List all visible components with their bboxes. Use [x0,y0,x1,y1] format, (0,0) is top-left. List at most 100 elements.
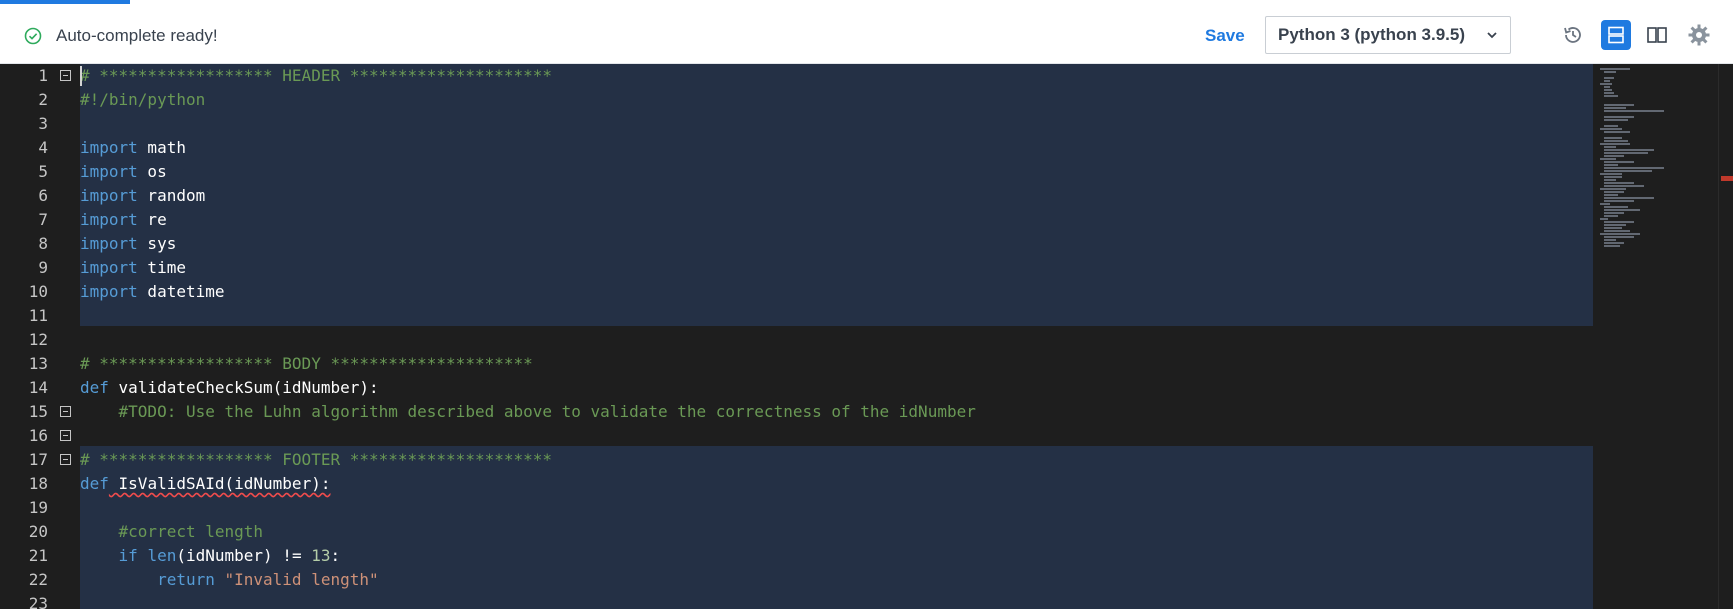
code-token: # ****************** HEADER ************… [80,66,553,85]
code-token: "Invalid length" [224,570,379,589]
code-token: (idNumber) != [176,546,312,565]
settings-button[interactable] [1684,20,1714,50]
save-button[interactable]: Save [1205,26,1245,46]
code-editor[interactable]: 1 2 3 4 5 6 7 8 9 10 11 12 13 14 15 16 17 18 19 20 21 22 23 # … [0,64,1733,609]
minimap-line [1604,152,1648,154]
vertical-scrollbar[interactable] [1718,64,1733,609]
code-token: os [137,162,167,181]
code-token: len [147,546,177,565]
code-token: random [137,186,206,205]
autocomplete-status: Auto-complete ready! [24,26,218,46]
layout-columns-button[interactable] [1642,20,1672,50]
code-line[interactable]: import os [80,160,167,184]
line-number: 7 [38,210,48,229]
code-token: : [330,546,341,565]
minimap-line [1604,236,1634,238]
line-number: 16 [28,426,48,445]
minimap-line [1604,230,1630,232]
code-token: 13 [311,546,331,565]
code-line[interactable]: import math [80,136,186,160]
history-button[interactable] [1558,20,1588,50]
chevron-down-icon [1487,32,1497,39]
code-line[interactable]: def validateCheckSum(idNumber): [80,376,379,400]
line-number: 22 [28,570,48,589]
code-token: datetime [137,282,225,301]
code-line[interactable]: import time [80,256,186,280]
minimap[interactable] [1596,64,1706,609]
minimap-line [1604,95,1618,97]
minimap-line [1604,92,1614,94]
code-line[interactable]: #!/bin/python [80,88,205,112]
minimap-line [1604,197,1654,199]
minimap-line [1604,116,1634,118]
code-line[interactable]: if len(idNumber) != 13: [80,544,341,568]
minimap-line [1604,227,1622,229]
code-line[interactable]: return "Invalid length" [80,568,379,592]
minimap-line [1604,140,1628,142]
fold-toggle-icon[interactable] [60,430,71,441]
minimap-line [1600,188,1626,190]
code-line[interactable]: # ****************** BODY **************… [80,352,533,376]
code-token: #!/bin/python [80,90,206,109]
history-icon [1564,27,1581,43]
minimap-line [1604,71,1616,73]
code-token: #TODO: Use the Luhn algorithm described … [80,402,976,421]
line-number: 1 [38,66,48,85]
code-token: #correct length [80,522,264,541]
minimap-line [1604,242,1624,244]
code-line[interactable]: # ****************** HEADER ************… [80,64,552,88]
code-token: sys [137,234,177,253]
code-token: # ****************** BODY **************… [80,354,533,373]
minimap-line [1600,128,1622,130]
language-select-value: Python 3 (python 3.9.5) [1278,25,1466,44]
error-marker [1721,176,1733,181]
minimap-line [1604,89,1612,91]
code-line[interactable]: # ****************** FOOTER ************… [80,448,552,472]
code-token: IsValidSAId(idNumber): [108,474,331,493]
line-number: 6 [38,186,48,205]
fold-toggle-icon[interactable] [60,454,71,465]
code-line[interactable]: import sys [80,232,176,256]
code-token: return [80,570,215,589]
minimap-line [1604,86,1610,88]
minimap-line [1604,80,1610,82]
minimap-line [1604,239,1616,241]
code-token: import [80,282,138,301]
minimap-line [1604,107,1626,109]
line-number: 2 [38,90,48,109]
editor-toolbar: Auto-complete ready! Save Python 3 (pyth… [0,4,1733,64]
code-token: # ****************** FOOTER ************… [80,450,553,469]
line-number: 8 [38,234,48,253]
line-number: 13 [28,354,48,373]
code-line[interactable]: #TODO: Use the Luhn algorithm described … [80,400,976,424]
line-number: 9 [38,258,48,277]
code-line[interactable]: import random [80,184,205,208]
status-text: Auto-complete ready! [56,26,218,45]
code-token: validateCheckSum(idNumber): [108,378,379,397]
minimap-line [1604,110,1664,112]
text-cursor [80,66,82,86]
language-select[interactable]: Python 3 (python 3.9.5) [1265,16,1511,54]
minimap-line [1604,164,1618,166]
line-number: 17 [28,450,48,469]
minimap-line [1604,224,1626,226]
code-token: import [80,186,138,205]
minimap-line [1604,77,1614,79]
code-line[interactable]: import re [80,208,167,232]
minimap-line [1600,203,1610,205]
line-number: 10 [28,282,48,301]
code-line[interactable]: import datetime [80,280,225,304]
line-number: 23 [28,594,48,609]
minimap-line [1600,143,1630,145]
code-line[interactable]: def IsValidSAId(idNumber): [80,472,330,496]
line-number-gutter: 1 2 3 4 5 6 7 8 9 10 11 12 13 14 15 16 17 18 19 20 21 22 23 [0,64,80,609]
fold-toggle-icon[interactable] [60,70,71,81]
minimap-line [1604,194,1618,196]
code-lines[interactable]: # ****************** HEADER ************… [80,64,1593,609]
code-line[interactable]: #correct length [80,520,264,544]
gear-icon [1688,24,1710,46]
fold-toggle-icon[interactable] [60,406,71,417]
layout-rows-button[interactable] [1601,20,1631,50]
